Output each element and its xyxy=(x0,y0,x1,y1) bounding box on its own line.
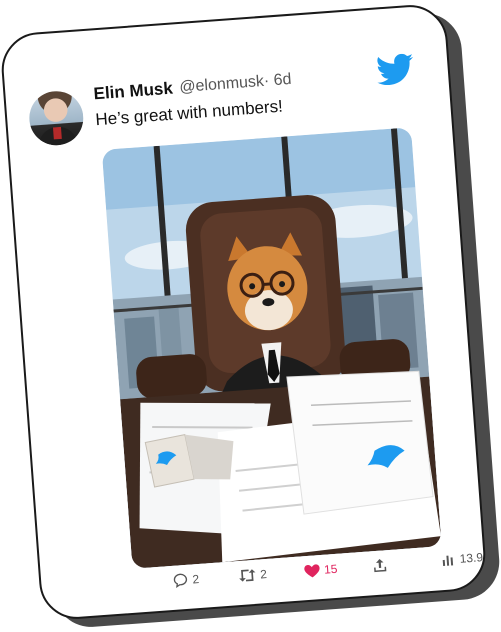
reply-action[interactable]: 2 xyxy=(171,570,200,590)
photo-illustration xyxy=(101,127,442,569)
tweet-card[interactable]: Elin Musk @elonmusk· 6d He’s great with … xyxy=(0,2,488,622)
share-action[interactable] xyxy=(370,556,389,575)
avatar[interactable] xyxy=(27,89,86,148)
retweet-count: 2 xyxy=(259,567,268,582)
reply-count: 2 xyxy=(191,571,200,587)
handle-and-time[interactable]: @elonmusk· 6d xyxy=(179,71,292,97)
display-name[interactable]: Elin Musk xyxy=(93,79,174,105)
views-count: 13.9 xyxy=(459,550,484,566)
avatar-collar xyxy=(52,126,62,140)
retweet-icon xyxy=(239,569,256,582)
views-action[interactable]: 13.9 xyxy=(440,549,483,568)
like-count: 15 xyxy=(323,561,338,577)
heart-icon xyxy=(304,564,320,578)
tweet-photo[interactable] xyxy=(101,127,442,569)
retweet-action[interactable]: 2 xyxy=(237,565,268,585)
paper-signature xyxy=(286,370,434,515)
screenshot-stage: Elin Musk @elonmusk· 6d He’s great with … xyxy=(0,0,501,632)
twitter-bird-icon xyxy=(377,53,414,86)
chair-arm-left xyxy=(136,354,207,399)
like-action[interactable]: 15 xyxy=(302,560,338,580)
reply-icon xyxy=(173,573,188,588)
views-icon xyxy=(442,555,454,567)
glasses-bridge xyxy=(262,282,272,286)
share-icon xyxy=(374,558,387,573)
